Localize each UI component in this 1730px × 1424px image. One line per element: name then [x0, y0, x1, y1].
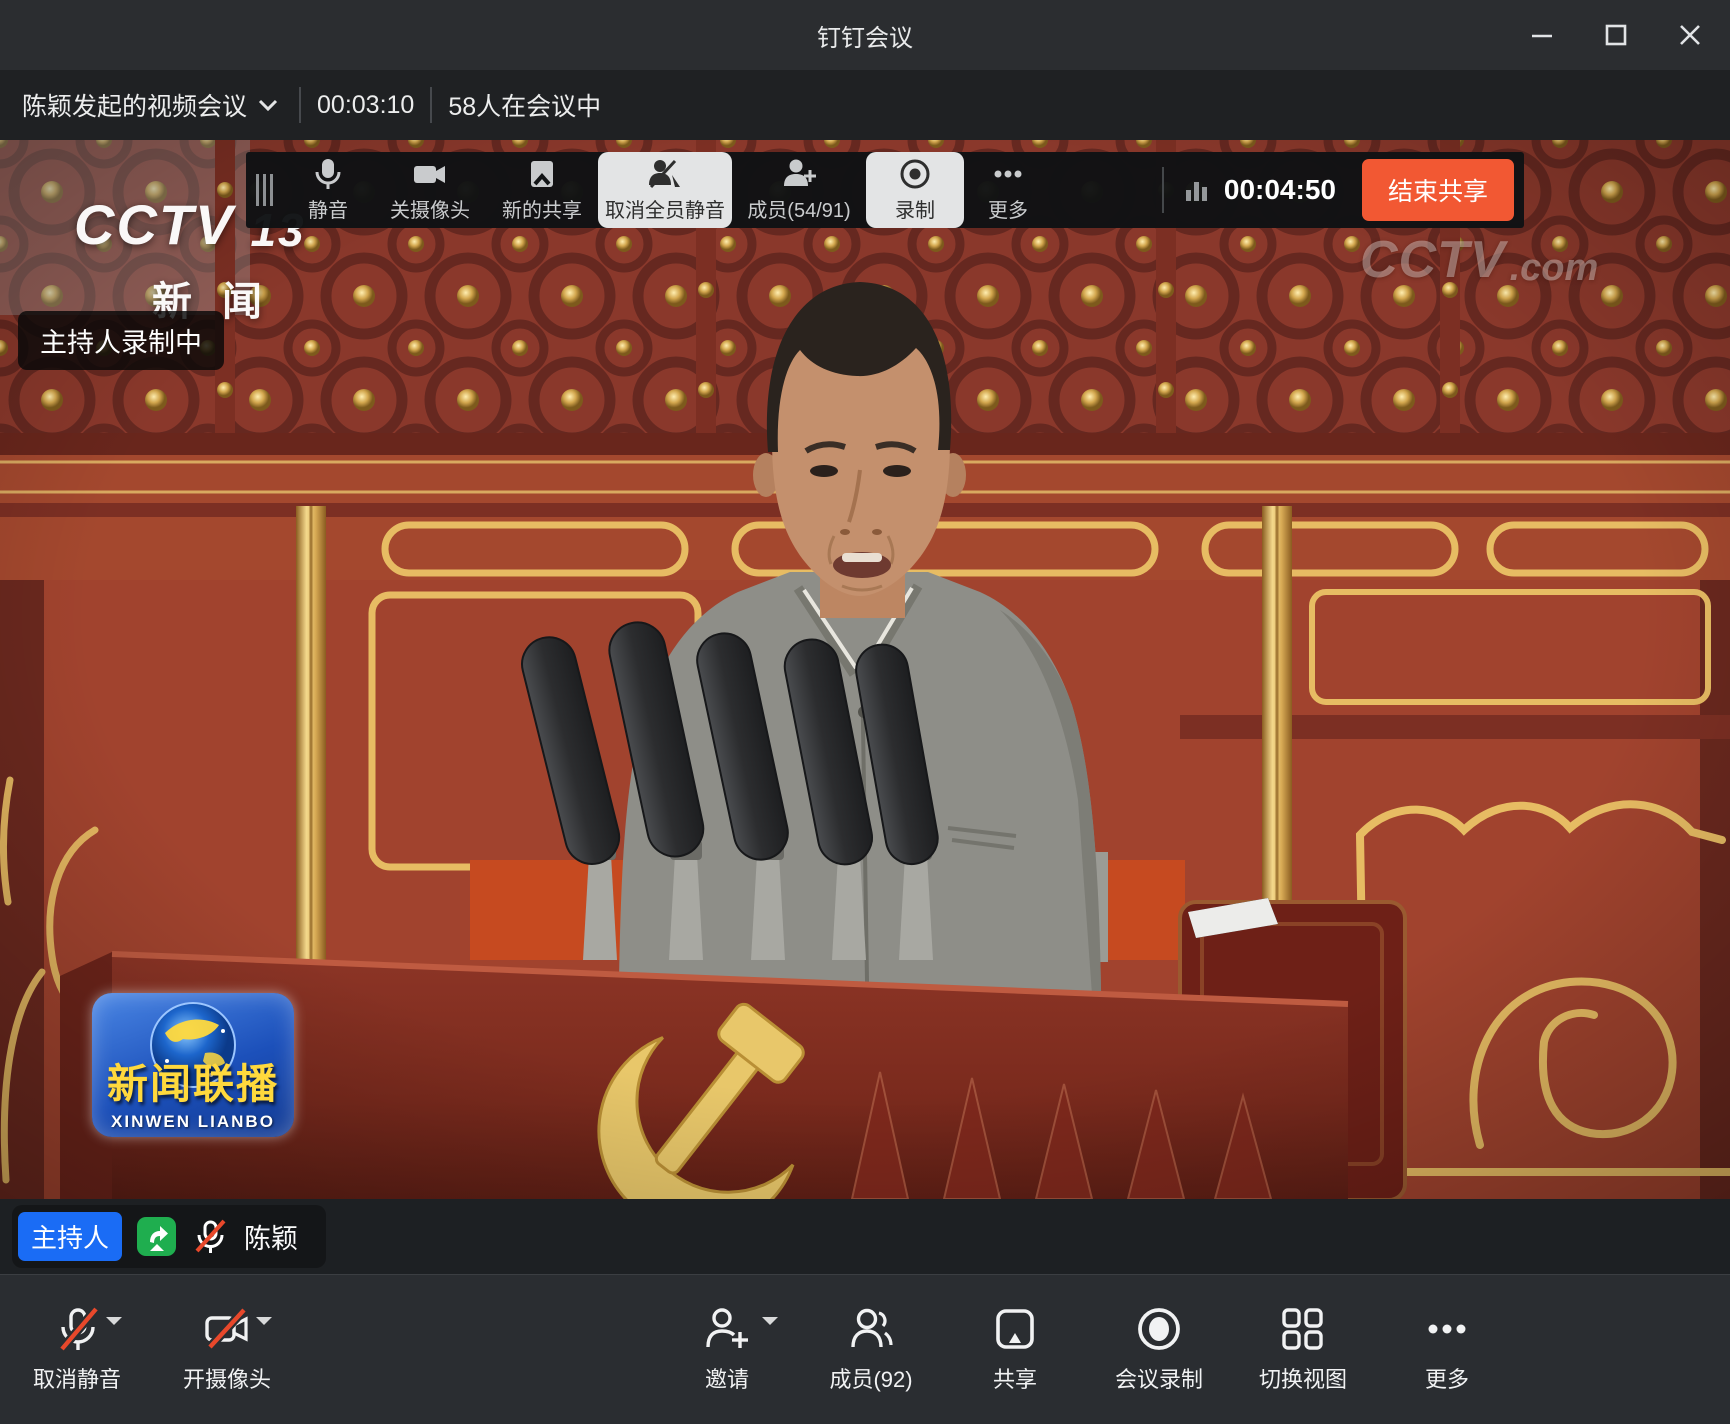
camera-on-button[interactable]: 开摄像头: [162, 1305, 292, 1394]
share-timer-value: 00:04:50: [1224, 174, 1336, 206]
mic-options-caret[interactable]: [106, 1317, 122, 1333]
program-logo: 新闻联播 XINWEN LIANBO: [92, 993, 294, 1137]
maximize-button[interactable]: [1590, 9, 1642, 61]
member-add-icon: [780, 157, 818, 191]
minimize-icon: [1530, 23, 1554, 47]
toolbar-drag-handle[interactable]: [246, 152, 282, 228]
invite-options-caret[interactable]: [762, 1317, 778, 1333]
audio-level-icon: [1184, 176, 1210, 204]
share-button[interactable]: 共享: [950, 1305, 1080, 1394]
sharing-arrow-icon: [142, 1222, 172, 1252]
sharing-indicator-badge: [137, 1217, 176, 1256]
chevron-down-icon: [253, 94, 283, 116]
record-icon: [1135, 1305, 1183, 1353]
host-role-badge: 主持人: [18, 1212, 122, 1261]
unmute-all-button[interactable]: 取消全员静音: [598, 152, 732, 228]
members-button-toolbar[interactable]: 成员(54/91): [732, 152, 866, 228]
unmute-self-button[interactable]: 取消静音: [12, 1305, 142, 1394]
end-share-button[interactable]: 结束共享: [1362, 159, 1514, 221]
unmute-all-icon: [646, 157, 684, 191]
close-button[interactable]: [1664, 9, 1716, 61]
more-icon: [991, 157, 1025, 191]
camera-options-caret[interactable]: [256, 1317, 272, 1333]
divider: [299, 87, 301, 123]
speaker-info-group: 主持人 陈颖: [12, 1205, 326, 1268]
speaker-name-strip: 主持人 陈颖: [0, 1199, 1730, 1274]
divider: [430, 87, 432, 123]
mic-off-icon: [53, 1305, 101, 1353]
share-toolbar: 静音 关摄像头 新的共享: [246, 152, 1524, 228]
camera-icon: [412, 157, 448, 191]
minimize-button[interactable]: [1516, 9, 1568, 61]
mute-button[interactable]: 静音: [282, 152, 374, 228]
record-button-toolbar[interactable]: 录制: [866, 152, 964, 228]
host-recording-badge: 主持人录制中: [18, 311, 224, 370]
camera-off-button[interactable]: 关摄像头: [374, 152, 486, 228]
meeting-title: 陈颖发起的视频会议: [22, 87, 247, 123]
maximize-icon: [1604, 23, 1628, 47]
bottom-toolbar: 取消静音 开摄像头: [0, 1274, 1730, 1424]
dingtalk-meeting-window: 钉钉会议 陈颖发起的视频会议 00:03:10 58人在会议中: [0, 0, 1730, 1424]
meeting-title-dropdown[interactable]: 陈颖发起的视频会议: [22, 87, 283, 123]
meeting-record-button[interactable]: 会议录制: [1094, 1305, 1224, 1394]
cctv-watermark: CCTV .com: [1360, 230, 1598, 290]
meeting-duration: 00:03:10: [317, 91, 414, 120]
more-icon: [1423, 1305, 1471, 1353]
mic-muted-icon: [191, 1218, 229, 1256]
camera-off-icon: [202, 1305, 252, 1353]
close-icon: [1678, 23, 1702, 47]
watermark-suffix: .com: [1510, 247, 1599, 290]
window-title: 钉钉会议: [0, 18, 1730, 53]
program-logo-title: 新闻联播: [107, 1050, 279, 1110]
new-share-button[interactable]: 新的共享: [486, 152, 598, 228]
microphone-icon: [311, 157, 345, 191]
new-share-icon: [525, 157, 559, 191]
share-timer: 00:04:50: [1184, 174, 1336, 206]
share-screen-icon: [991, 1305, 1039, 1353]
members-button[interactable]: 成员(92): [806, 1305, 936, 1394]
grid-view-icon: [1279, 1305, 1327, 1353]
meeting-info-bar: 陈颖发起的视频会议 00:03:10 58人在会议中: [0, 70, 1730, 140]
program-logo-subtitle: XINWEN LIANBO: [111, 1112, 275, 1132]
record-icon: [898, 157, 932, 191]
invite-button[interactable]: 邀请: [662, 1305, 792, 1394]
members-icon: [847, 1305, 895, 1353]
speaker-name: 陈颖: [244, 1217, 298, 1256]
switch-view-button[interactable]: 切换视图: [1238, 1305, 1368, 1394]
participant-count: 58人在会议中: [448, 87, 601, 123]
more-button[interactable]: 更多: [1382, 1305, 1512, 1394]
window-controls: [1516, 9, 1730, 61]
divider: [1162, 167, 1164, 213]
invite-icon: [703, 1305, 751, 1353]
more-button-toolbar[interactable]: 更多: [964, 152, 1052, 228]
title-bar: 钉钉会议: [0, 0, 1730, 70]
channel-logo-name: CCTV: [74, 192, 234, 257]
shared-video-frame: CCTV 13 新闻 主持人录制中 CCTV .com: [0, 140, 1730, 1199]
watermark-main: CCTV: [1360, 230, 1506, 290]
